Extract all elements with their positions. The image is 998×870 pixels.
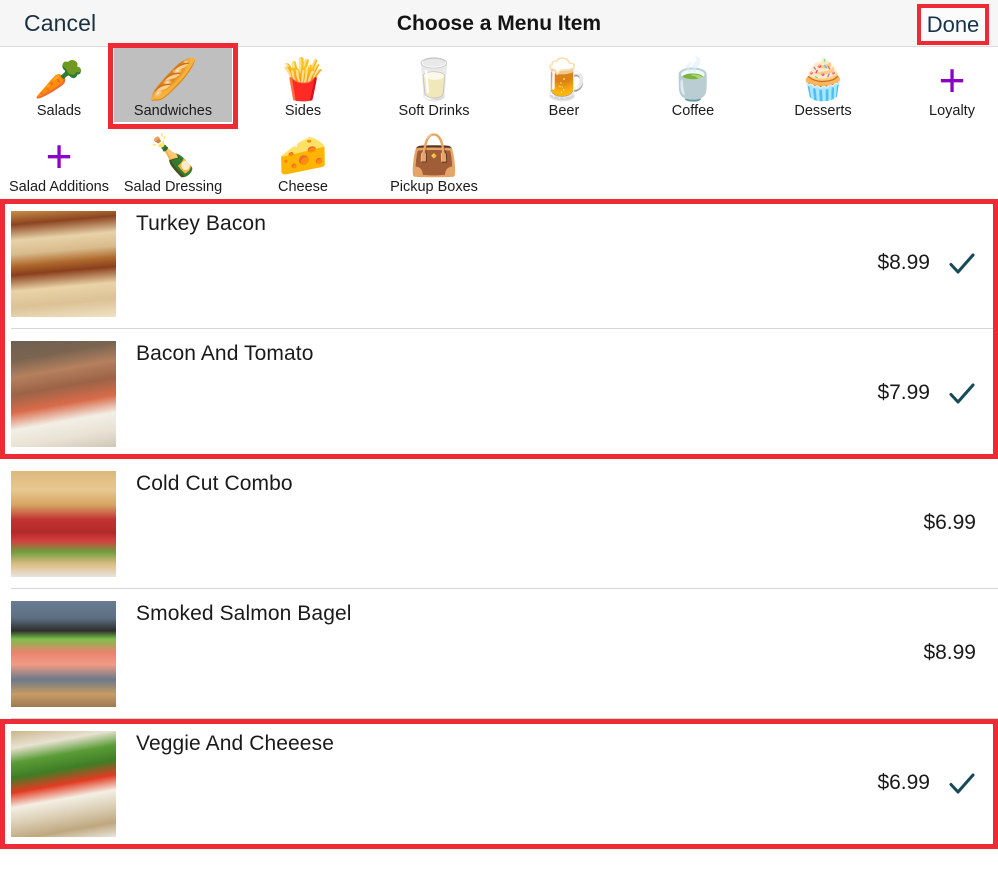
category-tab-salads[interactable]: 🥕 Salads <box>0 48 118 122</box>
menu-item-price: $7.99 <box>877 381 930 404</box>
category-tab-beer[interactable]: 🍺 Beer <box>505 48 623 122</box>
category-tab-soft-drinks[interactable]: 🥛 Soft Drinks <box>375 48 493 122</box>
menu-item-thumbnail <box>11 601 116 707</box>
menu-item-thumbnail <box>11 341 116 447</box>
category-tab-label: Coffee <box>671 103 715 119</box>
cupcake-icon: 🧁 <box>798 58 848 102</box>
category-tab-label: Loyalty <box>929 103 975 119</box>
fries-icon: 🍟 <box>278 58 328 102</box>
shopping-bag-icon: 👜 <box>409 134 459 178</box>
teacup-icon: 🍵 <box>668 58 718 102</box>
plus-icon: + <box>45 130 73 182</box>
bottle-icon: 🍾 <box>148 134 198 178</box>
menu-item-picker-screen: Choose a Menu Item Cancel Done 🥕 Salads 🥖 S… <box>0 0 998 870</box>
category-tab-label: Cheese <box>278 179 328 195</box>
page-title: Choose a Menu Item <box>396 11 602 35</box>
menu-item-name: Cold Cut Combo <box>136 472 293 495</box>
menu-item-row[interactable]: Veggie And Cheeese $6.99 <box>0 719 998 849</box>
menu-item-name: Turkey Bacon <box>136 212 266 235</box>
selected-checkmark-icon[interactable] <box>947 379 977 409</box>
menu-item-thumbnail <box>11 471 116 577</box>
beer-icon: 🍺 <box>539 58 589 102</box>
category-tab-label: Sandwiches <box>133 103 213 119</box>
menu-item-row[interactable]: Turkey Bacon $8.99 <box>0 199 998 329</box>
category-tab-salad-dressing[interactable]: 🍾 Salad Dressing <box>114 124 232 198</box>
category-tab-strip: 🥕 Salads 🥖 Sandwiches 🍟 Sides 🥛 Soft Drinks 🍺 Bee… <box>0 43 998 198</box>
category-tab-pickup-boxes[interactable]: 👜 Pickup Boxes <box>375 124 493 198</box>
category-tab-label: Sides <box>284 103 322 119</box>
navigation-bar: Choose a Menu Item Cancel Done <box>0 0 998 47</box>
done-button[interactable]: Done <box>917 4 989 45</box>
menu-item-list: Turkey Bacon $8.99 Bacon And Tomato $7.99 Co… <box>0 199 998 849</box>
category-tab-label: Pickup Boxes <box>390 179 478 195</box>
category-tab-cheese[interactable]: 🧀 Cheese <box>244 124 362 198</box>
menu-item-name: Bacon And Tomato <box>136 342 314 365</box>
menu-item-price: $6.99 <box>877 771 930 794</box>
cancel-button[interactable]: Cancel <box>24 0 96 47</box>
milk-bottle-icon: 🥛 <box>409 58 459 102</box>
category-tab-label: Soft Drinks <box>398 103 470 119</box>
menu-item-price: $8.99 <box>877 251 930 274</box>
bread-icon: 🥖 <box>148 58 198 102</box>
row-separator <box>11 848 998 849</box>
carrot-icon: 🥕 <box>34 58 84 102</box>
category-tab-label: Salads <box>36 103 82 119</box>
menu-item-thumbnail <box>11 731 116 837</box>
selected-checkmark-icon[interactable] <box>947 249 977 279</box>
category-tab-salad-additions[interactable]: + Salad Additions <box>0 124 118 198</box>
menu-item-row[interactable]: Smoked Salmon Bagel $8.99 <box>0 589 998 719</box>
category-tab-sandwiches[interactable]: 🥖 Sandwiches <box>114 48 232 122</box>
menu-item-row[interactable]: Bacon And Tomato $7.99 <box>0 329 998 459</box>
category-tab-label: Beer <box>548 103 580 119</box>
category-tab-label: Salad Additions <box>9 179 109 195</box>
selected-checkmark-icon[interactable] <box>947 769 977 799</box>
category-tab-label: Desserts <box>794 103 852 119</box>
menu-item-name: Veggie And Cheeese <box>136 732 334 755</box>
category-tab-coffee[interactable]: 🍵 Coffee <box>634 48 752 122</box>
plus-icon: + <box>938 54 966 106</box>
cheese-icon: 🧀 <box>278 134 328 178</box>
menu-item-thumbnail <box>11 211 116 317</box>
menu-item-name: Smoked Salmon Bagel <box>136 602 352 625</box>
menu-item-row[interactable]: Cold Cut Combo $6.99 <box>0 459 998 589</box>
category-tab-sides[interactable]: 🍟 Sides <box>244 48 362 122</box>
menu-item-price: $8.99 <box>923 641 976 664</box>
category-tab-loyalty[interactable]: + Loyalty <box>893 48 998 122</box>
menu-item-price: $6.99 <box>923 511 976 534</box>
category-tab-label: Salad Dressing <box>123 179 223 195</box>
category-tab-desserts[interactable]: 🧁 Desserts <box>764 48 882 122</box>
done-button-label: Done <box>926 11 980 37</box>
